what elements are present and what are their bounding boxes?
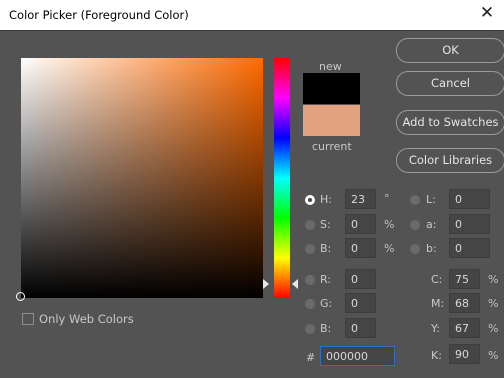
green-input[interactable]: 0 <box>345 293 376 313</box>
lab-a-radio[interactable] <box>410 220 420 230</box>
color-field[interactable] <box>21 58 263 298</box>
saturation-radio[interactable] <box>305 220 315 230</box>
lab-l-label: L: <box>426 193 436 206</box>
black-label: K: <box>431 349 442 362</box>
saturation-unit: % <box>384 218 395 231</box>
brightness-unit: % <box>384 242 395 255</box>
hue-unit: ° <box>384 192 390 205</box>
magenta-input[interactable]: 68 <box>449 293 480 313</box>
cancel-button[interactable]: Cancel <box>396 71 504 96</box>
color-field-marker[interactable] <box>16 292 25 301</box>
black-unit: % <box>488 349 499 362</box>
only-web-colors-label[interactable]: Only Web Colors <box>39 312 134 326</box>
green-radio[interactable] <box>305 299 315 309</box>
color-libraries-button[interactable]: Color Libraries <box>396 148 504 173</box>
brightness-label: B: <box>320 242 332 255</box>
yellow-unit: % <box>488 322 499 335</box>
new-color-label: new <box>319 60 342 73</box>
red-input[interactable]: 0 <box>345 269 376 289</box>
cyan-label: C: <box>431 273 443 286</box>
red-radio[interactable] <box>305 275 315 285</box>
lab-l-radio[interactable] <box>410 195 420 205</box>
only-web-colors-checkbox[interactable] <box>22 313 34 325</box>
black-input[interactable]: 90 <box>449 344 480 364</box>
hue-radio[interactable] <box>305 195 315 205</box>
brightness-input[interactable]: 0 <box>345 238 376 258</box>
lab-b-radio[interactable] <box>410 244 420 254</box>
blue-radio[interactable] <box>305 324 315 334</box>
lab-b-input[interactable]: 0 <box>449 238 490 258</box>
green-label: G: <box>320 297 333 310</box>
saturation-input[interactable]: 0 <box>345 214 376 234</box>
cyan-input[interactable]: 75 <box>449 269 480 289</box>
add-to-swatches-button[interactable]: Add to Swatches <box>396 110 504 135</box>
title-bar: Color Picker (Foreground Color) ✕ <box>0 0 504 31</box>
red-label: R: <box>320 273 332 286</box>
close-icon[interactable]: ✕ <box>477 3 497 23</box>
lab-a-label: a: <box>426 218 437 231</box>
saturation-label: S: <box>320 218 331 231</box>
window-title: Color Picker (Foreground Color) <box>9 8 189 22</box>
current-color-swatch[interactable] <box>303 105 360 136</box>
hue-label: H: <box>320 193 332 206</box>
lab-b-label: b: <box>426 242 437 255</box>
hex-input[interactable]: 000000 <box>320 346 395 366</box>
magenta-label: M: <box>431 297 445 310</box>
yellow-input[interactable]: 67 <box>449 318 480 338</box>
cyan-unit: % <box>488 273 499 286</box>
magenta-unit: % <box>488 297 499 310</box>
hue-slider-right-arrow-icon[interactable] <box>292 279 298 289</box>
hue-slider[interactable] <box>274 58 290 298</box>
ok-button[interactable]: OK <box>396 38 504 63</box>
yellow-label: Y: <box>431 322 440 335</box>
lab-a-input[interactable]: 0 <box>449 214 490 234</box>
blue-input[interactable]: 0 <box>345 318 376 338</box>
brightness-radio[interactable] <box>305 244 315 254</box>
new-color-swatch <box>303 73 360 104</box>
hue-input[interactable]: 23 <box>345 189 376 209</box>
hex-label: # <box>306 351 316 364</box>
blue-label: B: <box>320 322 332 335</box>
hue-slider-left-arrow-icon[interactable] <box>263 279 269 289</box>
lab-l-input[interactable]: 0 <box>449 189 490 209</box>
current-color-label: current <box>312 140 352 153</box>
